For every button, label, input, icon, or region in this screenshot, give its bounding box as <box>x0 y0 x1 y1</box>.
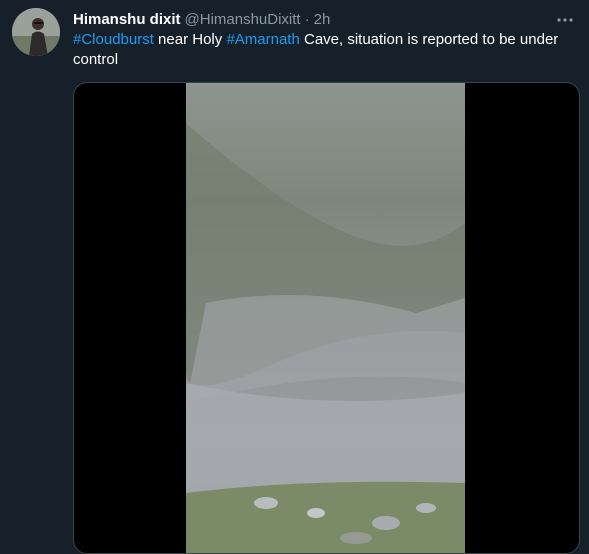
tweet-text-part: near Holy <box>153 31 227 48</box>
tweet-text: #Cloudburst near Holy #Amarnath Cave, si… <box>73 30 578 70</box>
avatar[interactable] <box>12 8 60 56</box>
tweet-header: Himanshu dixit @HimanshuDixitt · 2h <box>73 9 549 29</box>
more-button[interactable] <box>553 8 577 28</box>
hashtag-link-cloudburst[interactable]: #Cloudburst <box>73 31 154 48</box>
author-handle[interactable]: @HimanshuDixitt <box>185 11 301 28</box>
separator-dot: · <box>304 10 310 28</box>
video-player[interactable] <box>73 82 580 554</box>
author-name[interactable]: Himanshu dixit <box>73 11 181 28</box>
more-horizontal-icon <box>557 9 573 27</box>
tweet[interactable]: Himanshu dixit @HimanshuDixitt · 2h #Clo… <box>0 0 589 554</box>
timestamp[interactable]: 2h <box>314 11 331 28</box>
video-thumbnail <box>186 83 465 553</box>
hashtag-link-amarnath[interactable]: #Amarnath <box>226 31 299 48</box>
